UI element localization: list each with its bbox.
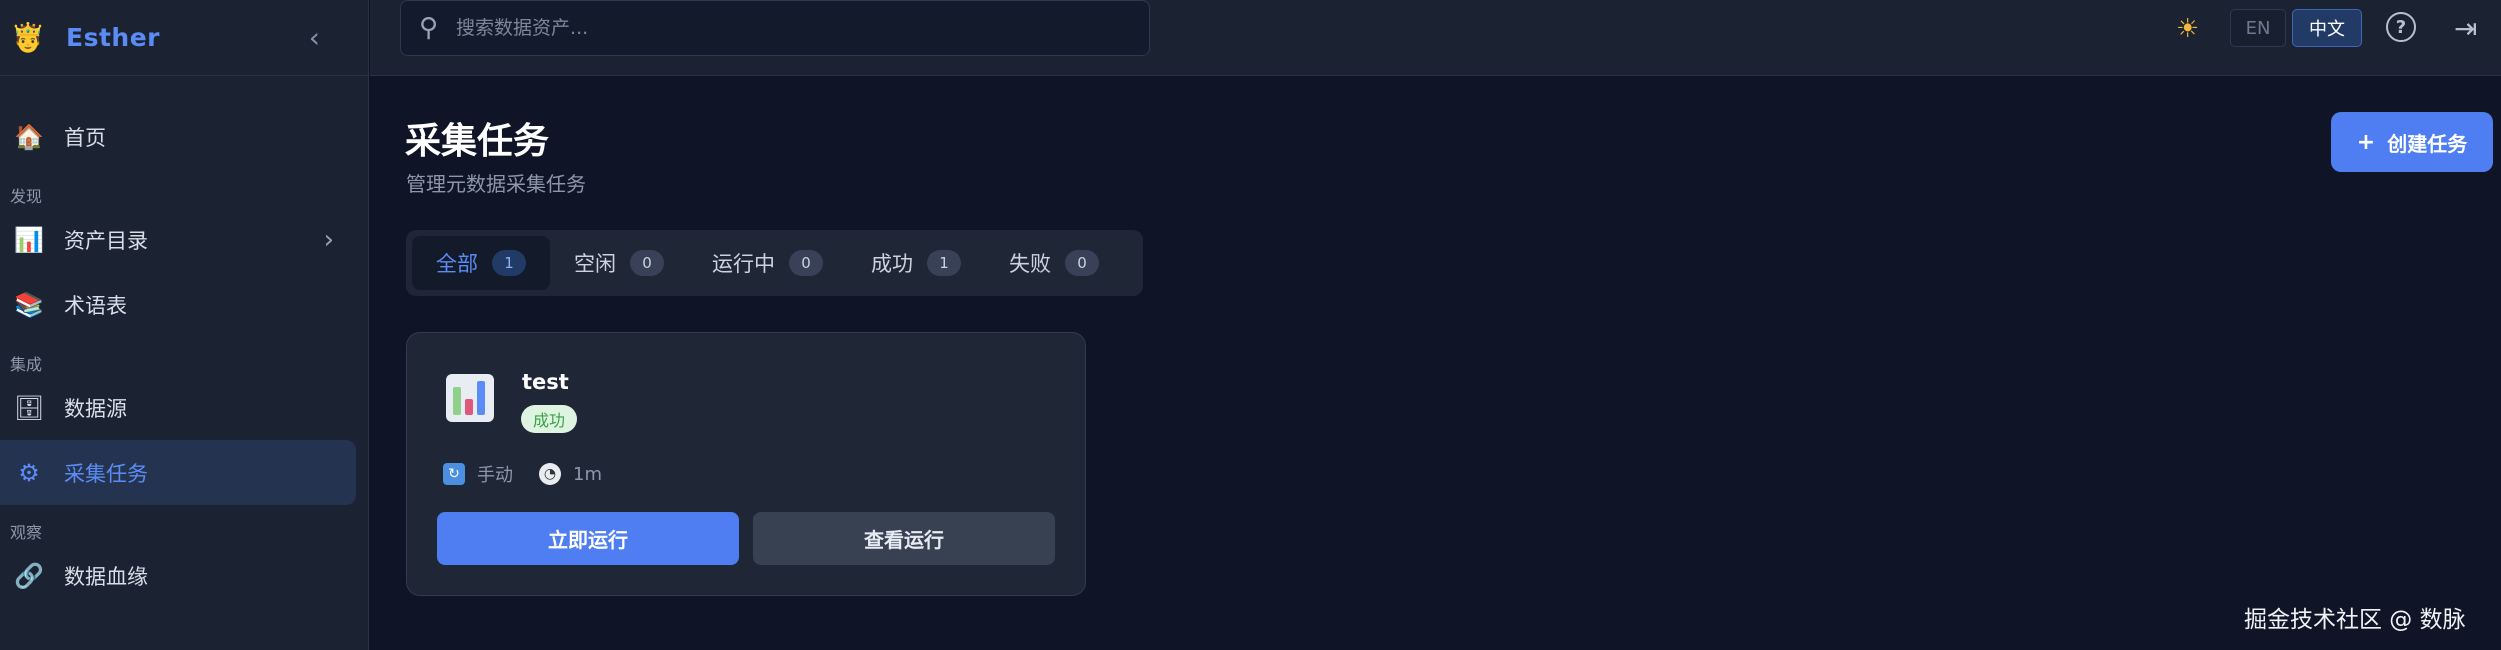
status-badge: 成功 bbox=[521, 405, 578, 433]
sidebar-item-label: 资产目录 bbox=[64, 228, 148, 253]
tab-label: 失败 bbox=[1009, 252, 1051, 276]
sidebar-item-lineage[interactable]: 🔗 数据血缘 bbox=[0, 543, 356, 608]
sidebar: 🤴 Esther ‹ 🏠 首页 发现 📊 资产目录 › 📚 术语表 集成 🗄 数… bbox=[0, 0, 369, 650]
tab-failed[interactable]: 失败 0 bbox=[985, 236, 1123, 290]
watermark: 掘金技术社区 @ 数脉 bbox=[2244, 607, 2466, 633]
create-task-button[interactable]: + 创建任务 bbox=[2331, 112, 2493, 172]
sidebar-item-label: 采集任务 bbox=[64, 461, 148, 486]
sidebar-item-label: 术语表 bbox=[64, 293, 127, 318]
clock-icon: ◔ bbox=[539, 463, 561, 485]
sidebar-item-label: 数据血缘 bbox=[64, 564, 148, 589]
file-cabinet-icon: 🗄 bbox=[13, 393, 45, 422]
tab-label: 全部 bbox=[436, 252, 478, 276]
search-box[interactable]: ⚲ bbox=[400, 0, 1150, 56]
sidebar-item-home[interactable]: 🏠 首页 bbox=[0, 104, 356, 169]
tab-count-badge: 0 bbox=[1065, 250, 1099, 276]
create-task-label: 创建任务 bbox=[2387, 131, 2468, 156]
sidebar-item-catalog[interactable]: 📊 资产目录 › bbox=[0, 207, 356, 272]
bar-chart-icon bbox=[446, 374, 494, 422]
brand-name: Esther bbox=[66, 23, 160, 52]
sidebar-item-label: 首页 bbox=[64, 125, 106, 150]
lang-en-button[interactable]: EN bbox=[2230, 9, 2286, 47]
tab-all[interactable]: 全部 1 bbox=[412, 236, 550, 290]
trigger-type: 手动 bbox=[477, 465, 513, 486]
tab-count-badge: 0 bbox=[630, 250, 664, 276]
collapse-sidebar-icon[interactable]: ‹ bbox=[309, 23, 320, 52]
search-input[interactable] bbox=[456, 17, 1097, 39]
sidebar-item-label: 数据源 bbox=[64, 396, 127, 421]
page-title: 采集任务 bbox=[405, 121, 550, 162]
sidebar-item-ingestion[interactable]: ⚙ 采集任务 bbox=[0, 440, 356, 505]
lang-zh-button[interactable]: 中文 bbox=[2292, 9, 2362, 47]
topbar: ⚲ ☀ EN 中文 ? ⇥ bbox=[370, 0, 2501, 76]
status-filter-tabs: 全部 1 空闲 0 运行中 0 成功 1 失败 0 bbox=[406, 230, 1143, 296]
task-card[interactable]: test 成功 ↻ 手动 ◔ 1m 立即运行 查看运行 bbox=[406, 332, 1086, 596]
help-icon[interactable]: ? bbox=[2386, 12, 2416, 42]
sidebar-nav: 🏠 首页 发现 📊 资产目录 › 📚 术语表 集成 🗄 数据源 ⚙ 采集任务 观… bbox=[0, 76, 368, 608]
bar-chart-icon: 📊 bbox=[14, 225, 44, 254]
chevron-right-icon: › bbox=[323, 224, 334, 255]
theme-toggle-sun-icon[interactable]: ☀ bbox=[2176, 14, 2199, 44]
sidebar-section-observe: 观察 bbox=[10, 523, 43, 542]
tab-label: 运行中 bbox=[712, 252, 775, 276]
gear-icon: ⚙ bbox=[18, 458, 40, 487]
schedule-interval: 1m bbox=[573, 463, 602, 485]
tab-idle[interactable]: 空闲 0 bbox=[550, 236, 688, 290]
sidebar-item-datasource[interactable]: 🗄 数据源 bbox=[0, 375, 356, 440]
tab-success[interactable]: 成功 1 bbox=[847, 236, 985, 290]
search-icon: ⚲ bbox=[419, 13, 439, 43]
task-meta: ↻ 手动 ◔ 1m bbox=[443, 461, 628, 487]
tab-count-badge: 1 bbox=[927, 250, 961, 276]
run-now-button[interactable]: 立即运行 bbox=[437, 512, 739, 565]
task-name: test bbox=[522, 370, 569, 394]
tab-count-badge: 0 bbox=[789, 250, 823, 276]
link-icon: 🔗 bbox=[14, 561, 44, 590]
sidebar-section-integrate: 集成 bbox=[10, 355, 43, 374]
tab-count-badge: 1 bbox=[492, 250, 526, 276]
page-subtitle: 管理元数据采集任务 bbox=[406, 172, 586, 196]
books-icon: 📚 bbox=[14, 290, 44, 319]
sidebar-section-discover: 发现 bbox=[10, 187, 43, 206]
sidebar-item-glossary[interactable]: 📚 术语表 bbox=[0, 272, 356, 337]
plus-icon: + bbox=[2356, 129, 2376, 155]
app-logo: 🤴 bbox=[10, 21, 46, 54]
tab-running[interactable]: 运行中 0 bbox=[688, 236, 847, 290]
view-runs-button[interactable]: 查看运行 bbox=[753, 512, 1055, 565]
logout-icon[interactable]: ⇥ bbox=[2454, 12, 2477, 45]
tab-label: 成功 bbox=[871, 252, 913, 276]
tab-label: 空闲 bbox=[574, 252, 616, 276]
sync-icon: ↻ bbox=[443, 463, 465, 485]
house-icon: 🏠 bbox=[14, 122, 44, 151]
brand-header: 🤴 Esther ‹ bbox=[0, 0, 368, 76]
